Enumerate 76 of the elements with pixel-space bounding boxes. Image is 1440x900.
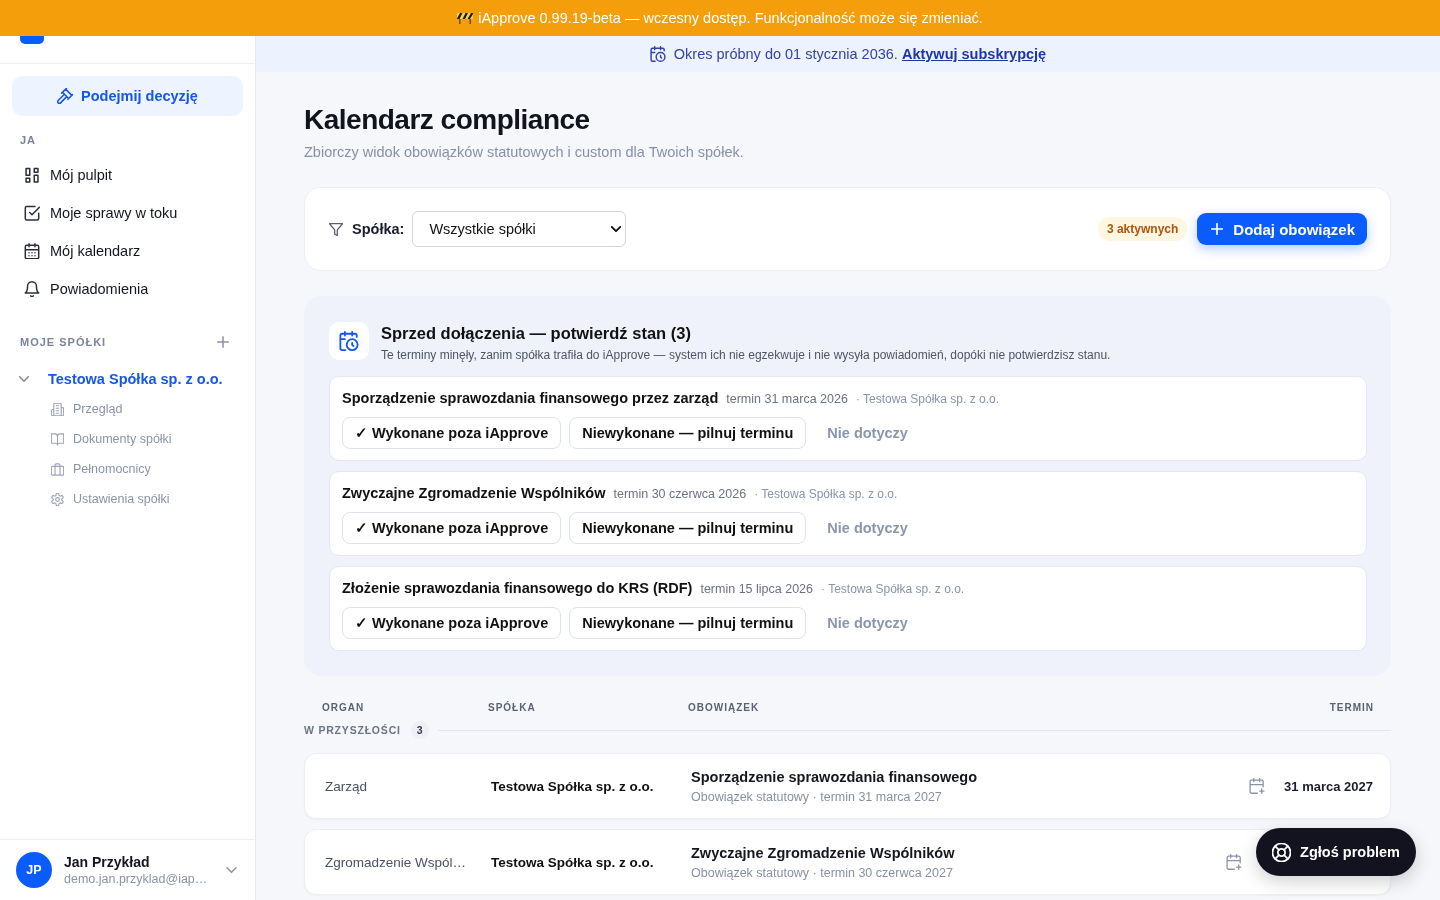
filter-label: Spółka: <box>352 221 405 237</box>
organ-cell-text: Zgromadzenie Wspól… <box>325 854 468 870</box>
gavel-icon <box>57 88 74 104</box>
book-icon <box>51 432 64 446</box>
status-button[interactable]: Niewykonane — pilnuj terminu <box>569 512 807 544</box>
company-name: · Testowa Spółka sp. z o.o. <box>754 486 898 503</box>
obligation-meta: Obowiązek statutowy · termin 30 czerwca 2027 <box>691 864 954 882</box>
panel-title: Sprzed dołączenia — potwierdź stan (3) <box>381 323 692 343</box>
gear-icon <box>51 492 64 506</box>
obligation-title: Zwyczajne Zgromadzenie Wspólników <box>342 484 606 503</box>
calendar-icon <box>24 243 40 259</box>
user-avatar: JP <box>16 852 52 888</box>
count-badge: 3 <box>410 721 429 739</box>
column-header: SPÓŁKA <box>488 700 537 715</box>
chevron-down-icon <box>611 226 622 232</box>
company-cell-text: Testowa Spółka sp. z o.o. <box>491 854 655 870</box>
logo-icon <box>20 36 44 44</box>
barrier-icon <box>457 12 474 24</box>
status-button[interactable]: Niewykonane — pilnuj terminu <box>569 417 807 449</box>
active-count-badge: 3 aktywnych <box>1097 217 1188 241</box>
beta-notice: iApprove 0.99.19-beta — wczesny dostęp. Funkcjonalność może się zmieniać. <box>478 10 983 26</box>
nav-item[interactable]: Mój pulpit <box>12 156 243 194</box>
company-cell-text: Testowa Spółka sp. z o.o. <box>491 778 655 794</box>
obligation-row[interactable]: Zarząd Testowa Spółka sp. z o.o. Sporządzenie sprawozdania finansowego Obowiązek statutowy · termin 31 marca 2027 31 marca 2027 <box>304 753 1391 819</box>
trial-notice: Okres próbny do 01 stycznia 2036. Aktywuj subskrypcję <box>673 46 1047 62</box>
status-button[interactable]: ✓ Wykonane poza iApprove <box>342 607 562 639</box>
nav-item[interactable]: Moje sprawy w toku <box>12 194 243 232</box>
bell-icon <box>24 281 40 297</box>
calendar-plus-icon[interactable] <box>1249 778 1266 794</box>
calendar-plus-icon[interactable] <box>1226 854 1242 870</box>
due-date: termin 15 lipca 2026 <box>700 581 813 598</box>
company-select[interactable]: Wszystkie spółki <box>412 211 627 247</box>
calendar-clock-icon <box>649 46 666 62</box>
company-item[interactable]: Testowa Spółka sp. z o.o. <box>12 364 243 394</box>
nav-item[interactable]: Mój kalendarz <box>12 232 243 270</box>
checkbox-icon <box>24 205 40 221</box>
column-header: ORGAN <box>322 701 366 715</box>
due-date: termin 31 marca 2026 <box>726 391 848 408</box>
section-label: JA <box>19 133 38 147</box>
briefcase-icon <box>51 462 64 476</box>
obligation-title: Sporządzenie sprawozdania finansowego <box>691 767 979 787</box>
chevron-down-icon[interactable] <box>226 867 237 873</box>
obligation-title: Zwyczajne Zgromadzenie Wspólników <box>691 843 956 863</box>
company-name: · Testowa Spółka sp. z o.o. <box>855 391 1000 408</box>
status-button[interactable]: ✓ Wykonane poza iApprove <box>342 512 562 544</box>
calendar-clock-icon <box>329 322 369 360</box>
panel-description: Te terminy minęły, zanim spółka trafiła do iApprove — system ich nie egzekwuje i nie wysyła powiadomień, dopóki nie potwierdzisz stanu. <box>381 347 1111 363</box>
status-button[interactable]: ✓ Wykonane poza iApprove <box>342 417 562 449</box>
group-label: W PRZYSZŁOŚCI <box>304 724 401 736</box>
chevron-down-icon[interactable] <box>19 376 29 382</box>
obligation-title: Sporządzenie sprawozdania finansowego przez zarząd <box>342 389 719 408</box>
report-problem-button[interactable]: Zgłoś problem <box>1256 828 1416 876</box>
due-date: termin 30 czerwca 2026 <box>613 486 747 503</box>
page-subtitle: Zbiorczy widok obowiązków statutowych i custom dla Twoich spółek. <box>304 143 745 162</box>
due-date-cell: 31 marca 2027 <box>1284 778 1373 794</box>
filter-icon <box>329 222 343 236</box>
page-title: Kalendarz compliance <box>304 103 591 137</box>
plus-icon <box>1211 223 1224 235</box>
building-icon <box>51 402 64 416</box>
add-obligation-button[interactable]: Dodaj obowiązek <box>1197 213 1367 245</box>
subscribe-link[interactable]: Aktywuj subskrypcję <box>901 46 1047 62</box>
obligation-title: Złożenie sprawozdania finansowego do KRS (RDF) <box>342 579 693 598</box>
obligation-meta: Obowiązek statutowy · termin 31 marca 2027 <box>691 788 943 806</box>
lifebuoy-icon <box>1272 842 1292 862</box>
section-label: MOJE SPÓŁKI <box>20 335 107 349</box>
column-header: TERMIN <box>1329 701 1374 715</box>
status-button[interactable]: Niewykonane — pilnuj terminu <box>569 607 807 639</box>
nav-item[interactable]: Powiadomienia <box>12 270 243 308</box>
company-name: · Testowa Spółka sp. z o.o. <box>821 581 965 598</box>
user-email: demo.jan.przyklad@iap… <box>64 870 209 888</box>
user-name: Jan Przykład <box>64 852 151 871</box>
decide-button[interactable]: Podejmij decyzję <box>12 76 243 116</box>
column-header: OBOWIĄZEK <box>688 701 761 715</box>
plus-icon[interactable] <box>217 336 229 348</box>
organ-cell-text: Zarząd <box>325 778 369 794</box>
grid-icon <box>24 167 40 183</box>
